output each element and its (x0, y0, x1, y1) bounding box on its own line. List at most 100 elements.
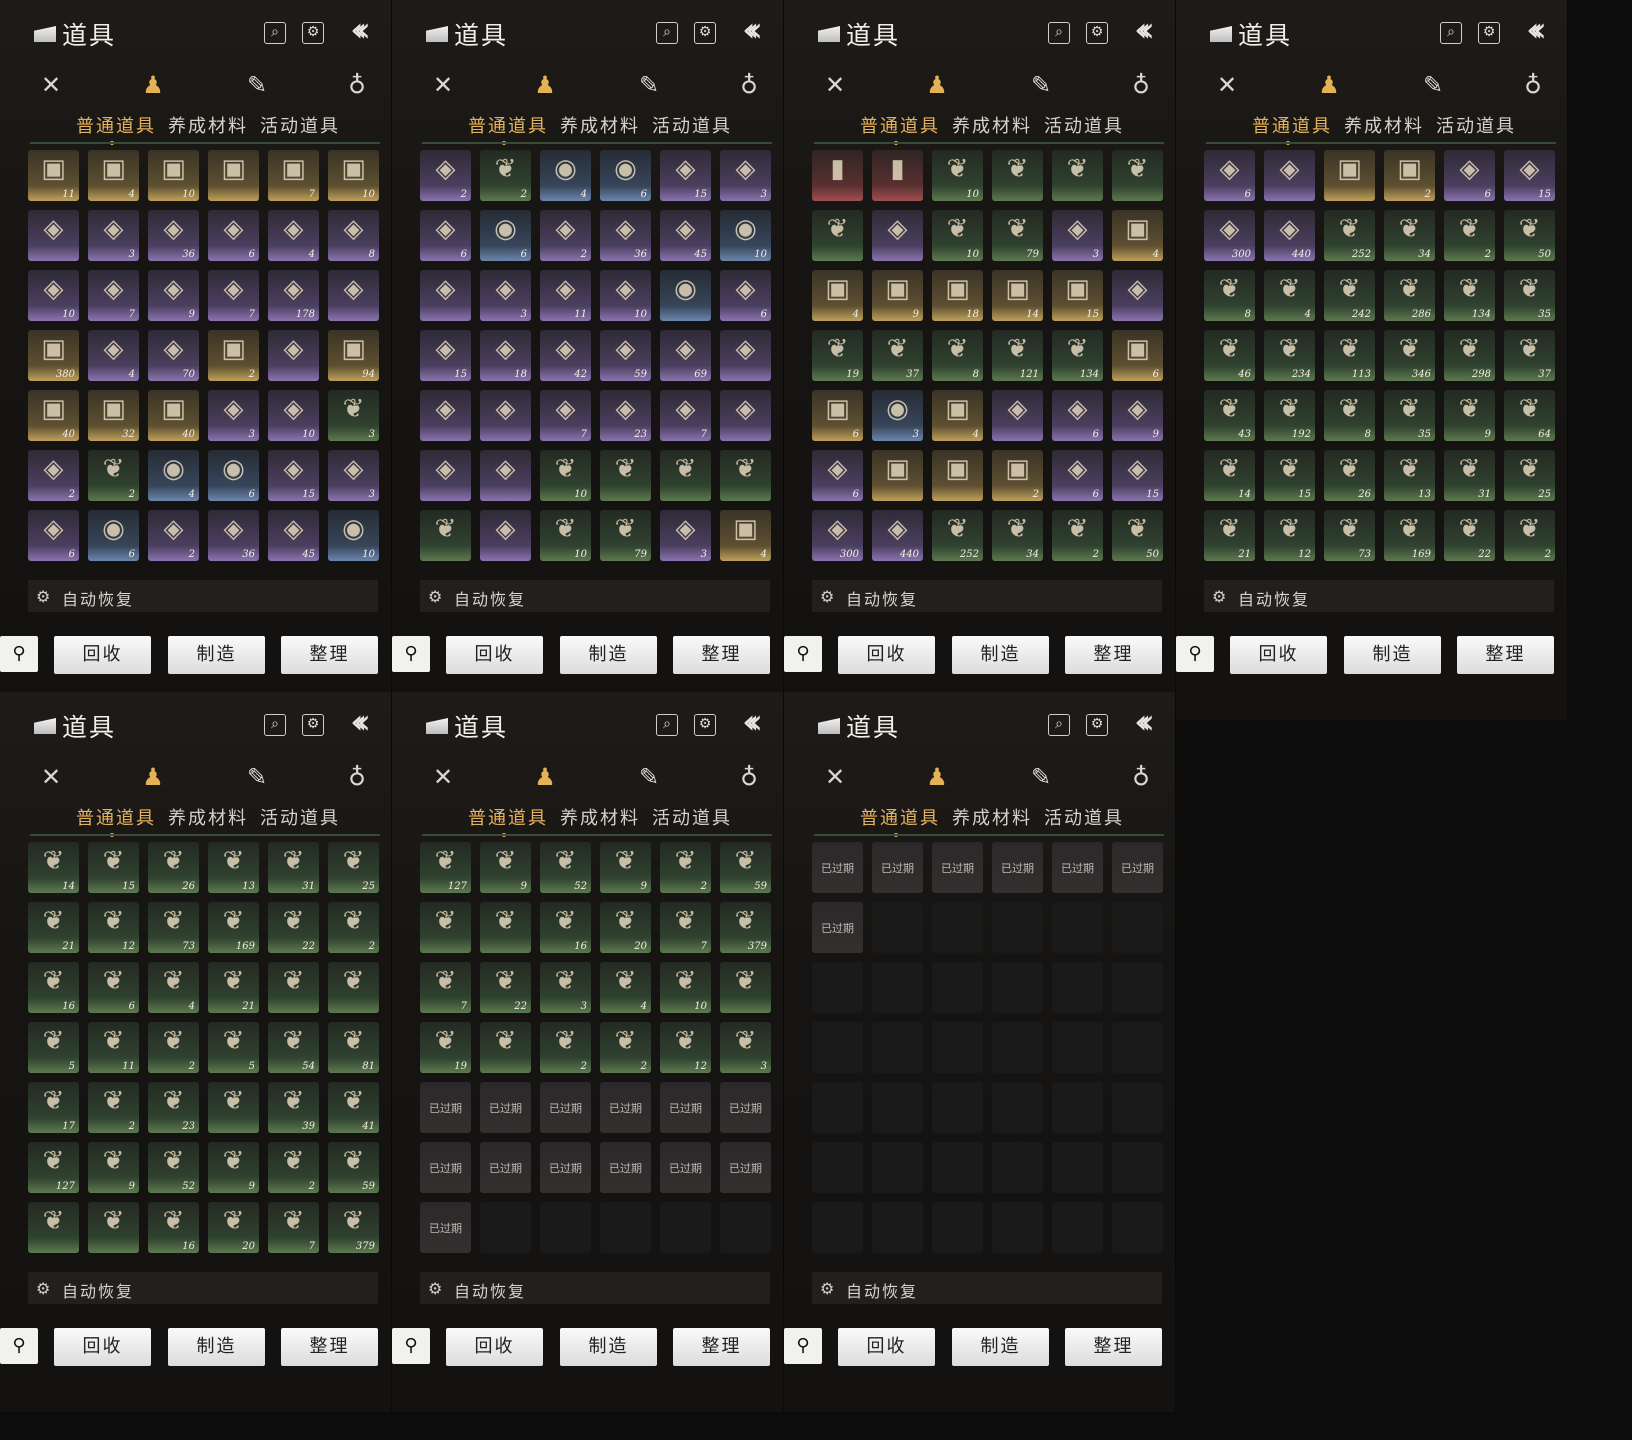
gourd-icon[interactable]: ♁ (732, 68, 766, 102)
item-slot[interactable]: ❦ 73 (148, 902, 199, 953)
auto-restore-bar[interactable]: ⚙ 自动恢复 (28, 1272, 378, 1304)
auto-restore-bar[interactable]: ⚙ 自动恢复 (812, 580, 1162, 612)
search-icon[interactable]: ⌕ (656, 714, 678, 736)
search-icon[interactable]: ⌕ (1440, 22, 1462, 44)
item-slot[interactable]: ◈ 18 (480, 330, 531, 381)
tab-materials[interactable]: 养成材料 (560, 804, 640, 830)
item-slot[interactable]: ◈ 3 (720, 150, 771, 201)
item-slot[interactable]: ❦ 21 (28, 902, 79, 953)
scroll-icon[interactable]: ✎ (632, 760, 666, 794)
tab-event-items[interactable]: 活动道具 (260, 804, 340, 830)
craft-button[interactable]: 制造 (560, 1328, 657, 1366)
auto-restore-bar[interactable]: ⚙ 自动恢复 (1204, 580, 1554, 612)
scroll-icon[interactable]: ✎ (240, 760, 274, 794)
item-slot[interactable]: ▣ (1324, 150, 1375, 201)
item-slot[interactable]: ◈ 2 (420, 150, 471, 201)
item-slot[interactable]: 已过期 (420, 1142, 471, 1193)
item-slot[interactable]: ❦ 15 (1264, 450, 1315, 501)
item-slot[interactable]: ◈ 2 (28, 450, 79, 501)
double-chevron-left-icon[interactable]: ‹‹‹ (1134, 10, 1155, 50)
item-slot[interactable]: ▣ 15 (1052, 270, 1103, 321)
item-slot[interactable]: ❦ 54 (268, 1022, 319, 1073)
item-slot[interactable]: ◈ (328, 270, 379, 321)
item-slot[interactable]: ❦ 19 (812, 330, 863, 381)
item-slot[interactable]: ❦ 16 (148, 1202, 199, 1253)
search-icon[interactable]: ⌕ (1048, 22, 1070, 44)
double-chevron-left-icon[interactable]: ‹‹‹ (350, 702, 371, 742)
item-slot[interactable]: ◈ 440 (872, 510, 923, 561)
item-slot[interactable]: ◈ 36 (600, 210, 651, 261)
item-slot[interactable]: ❦ 14 (1204, 450, 1255, 501)
item-slot[interactable]: ❦ 10 (540, 450, 591, 501)
recycle-button[interactable]: 回收 (54, 1328, 151, 1366)
item-slot[interactable]: ◈ 2 (540, 210, 591, 261)
item-slot[interactable]: ❦ 26 (148, 842, 199, 893)
item-slot[interactable]: ❦ (812, 210, 863, 261)
craft-button[interactable]: 制造 (168, 1328, 265, 1366)
tab-normal-items[interactable]: 普通道具 (76, 804, 156, 830)
recycle-button[interactable]: 回收 (54, 636, 151, 674)
item-slot[interactable]: ❦ 286 (1384, 270, 1435, 321)
item-slot[interactable]: ◈ 15 (1504, 150, 1555, 201)
item-slot[interactable]: 已过期 (420, 1082, 471, 1133)
item-slot[interactable]: ❦ 59 (328, 1142, 379, 1193)
item-slot[interactable]: ◈ (420, 450, 471, 501)
item-slot[interactable]: ❦ 2 (1504, 510, 1555, 561)
item-slot[interactable]: ◉ 3 (872, 390, 923, 441)
scroll-icon[interactable]: ✎ (1024, 760, 1058, 794)
item-slot[interactable]: ❦ 17 (28, 1082, 79, 1133)
gear-icon[interactable]: ⚙ (1086, 714, 1108, 736)
item-slot[interactable]: ❦ 346 (1384, 330, 1435, 381)
item-slot[interactable]: 已过期 (872, 842, 923, 893)
gourd-icon[interactable]: ♁ (340, 68, 374, 102)
item-slot[interactable]: ◈ (268, 330, 319, 381)
crossed-swords-icon[interactable]: ✕ (34, 68, 68, 102)
item-slot[interactable]: ❦ 3 (720, 1022, 771, 1073)
item-slot[interactable]: ❦ (480, 902, 531, 953)
item-slot[interactable]: ❦ 6 (88, 962, 139, 1013)
item-slot[interactable]: ❦ 37 (1504, 330, 1555, 381)
item-slot[interactable]: ◈ (420, 270, 471, 321)
double-chevron-left-icon[interactable]: ‹‹‹ (742, 10, 763, 50)
item-slot[interactable]: ◈ (28, 210, 79, 261)
item-slot[interactable]: ◈ 15 (660, 150, 711, 201)
item-slot[interactable]: ❦ 2 (328, 902, 379, 953)
item-slot[interactable]: ▣ (872, 450, 923, 501)
item-slot[interactable]: ❦ 5 (28, 1022, 79, 1073)
item-slot[interactable]: ❦ 9 (208, 1142, 259, 1193)
item-slot[interactable]: ◈ 6 (1204, 150, 1255, 201)
item-slot[interactable]: ◈ 10 (600, 270, 651, 321)
item-slot[interactable]: ❦ 9 (88, 1142, 139, 1193)
filter-button[interactable]: ⚲ (392, 636, 430, 672)
auto-restore-bar[interactable]: ⚙ 自动恢复 (420, 1272, 770, 1304)
tab-event-items[interactable]: 活动道具 (1436, 112, 1516, 138)
tab-materials[interactable]: 养成材料 (1344, 112, 1424, 138)
item-slot[interactable]: ◉ 10 (328, 510, 379, 561)
item-slot[interactable]: 已过期 (540, 1142, 591, 1193)
tab-materials[interactable]: 养成材料 (952, 112, 1032, 138)
item-slot[interactable]: ▣ 40 (148, 390, 199, 441)
item-slot[interactable]: ❦ 15 (88, 842, 139, 893)
item-slot[interactable]: 已过期 (480, 1082, 531, 1133)
item-slot[interactable]: ❦ 22 (268, 902, 319, 953)
pouch-icon[interactable]: ♟ (1312, 68, 1346, 102)
item-slot[interactable]: ❦ (420, 902, 471, 953)
item-slot[interactable]: ❦ 2 (148, 1022, 199, 1073)
tab-materials[interactable]: 养成材料 (168, 112, 248, 138)
item-slot[interactable]: ❦ (992, 150, 1043, 201)
item-slot[interactable]: ❦ 79 (600, 510, 651, 561)
item-slot[interactable]: ❦ 13 (1384, 450, 1435, 501)
item-slot[interactable]: ◈ 7 (660, 390, 711, 441)
item-slot[interactable]: ❦ (720, 962, 771, 1013)
item-slot[interactable]: ❦ 4 (148, 962, 199, 1013)
item-slot[interactable]: ◉ 4 (540, 150, 591, 201)
item-slot[interactable]: ❦ 379 (328, 1202, 379, 1253)
item-slot[interactable]: ◈ 6 (420, 210, 471, 261)
item-slot[interactable]: ❦ (1052, 150, 1103, 201)
item-slot[interactable]: ❦ 50 (1112, 510, 1163, 561)
tab-materials[interactable]: 养成材料 (560, 112, 640, 138)
sort-button[interactable]: 整理 (1065, 636, 1162, 674)
item-slot[interactable]: ❦ 10 (660, 962, 711, 1013)
filter-button[interactable]: ⚲ (784, 1328, 822, 1364)
item-slot[interactable]: ❦ 41 (328, 1082, 379, 1133)
